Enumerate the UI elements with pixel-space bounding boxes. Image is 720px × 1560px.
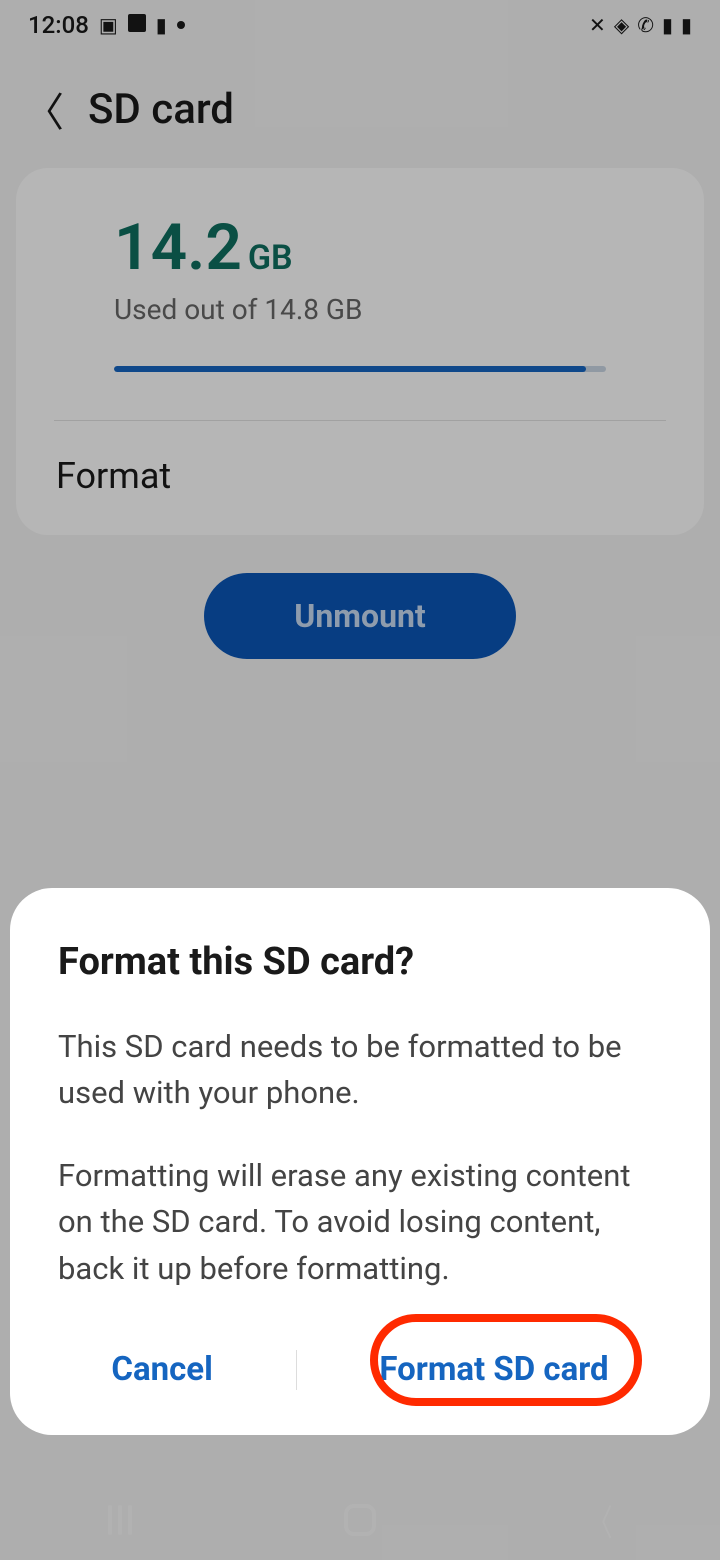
wifi-icon: ◈ xyxy=(614,13,629,37)
back-button[interactable]: 〈 xyxy=(580,1500,620,1540)
status-bar: 12:08 ▣ ▮ ✕ ◈ ✆ ▮ ▮ xyxy=(0,0,720,50)
dialog-paragraph-2: Formatting will erase any existing conte… xyxy=(58,1153,662,1293)
dialog-actions: Cancel Format SD card xyxy=(58,1332,662,1407)
used-subtitle: Used out of 14.8 GB xyxy=(114,293,666,326)
format-option[interactable]: Format xyxy=(54,421,666,535)
used-value: 14.2 xyxy=(114,210,242,285)
gallery-icon: ▣ xyxy=(99,13,118,37)
status-right: ✕ ◈ ✆ ▮ ▮ xyxy=(589,13,692,37)
vibrate-icon: ✕ xyxy=(589,13,606,37)
navigation-bar: 〈 xyxy=(0,1480,720,1560)
storage-usage: 14.2GB Used out of 14.8 GB xyxy=(54,210,666,372)
more-notifications-icon xyxy=(177,21,185,29)
format-confirm-button[interactable]: Format SD card xyxy=(355,1332,632,1407)
cast-icon xyxy=(128,13,146,37)
page-header: 〈 SD card xyxy=(0,50,720,168)
action-divider xyxy=(296,1350,297,1390)
storage-progress xyxy=(114,366,606,372)
status-time: 12:08 xyxy=(28,11,89,39)
signal-icon: ▮ xyxy=(662,13,673,37)
sd-icon: ▮ xyxy=(156,13,167,37)
back-icon[interactable]: 〈 xyxy=(24,80,64,138)
recents-button[interactable] xyxy=(100,1500,140,1540)
battery-icon: ▮ xyxy=(681,13,692,37)
cancel-button[interactable]: Cancel xyxy=(87,1332,237,1407)
dialog-title: Format this SD card? xyxy=(58,940,662,984)
dialog-paragraph-1: This SD card needs to be formatted to be… xyxy=(58,1024,662,1117)
status-left: 12:08 ▣ ▮ xyxy=(28,11,185,39)
dialog-body: This SD card needs to be formatted to be… xyxy=(58,1024,662,1293)
used-unit: GB xyxy=(248,238,293,278)
storage-card: 14.2GB Used out of 14.8 GB Format xyxy=(16,168,704,535)
storage-progress-fill xyxy=(114,366,586,372)
unmount-button[interactable]: Unmount xyxy=(204,573,516,659)
volte-icon: ✆ xyxy=(637,13,654,37)
home-button[interactable] xyxy=(340,1500,380,1540)
page-title: SD card xyxy=(88,85,234,134)
format-dialog: Format this SD card? This SD card needs … xyxy=(10,888,710,1436)
